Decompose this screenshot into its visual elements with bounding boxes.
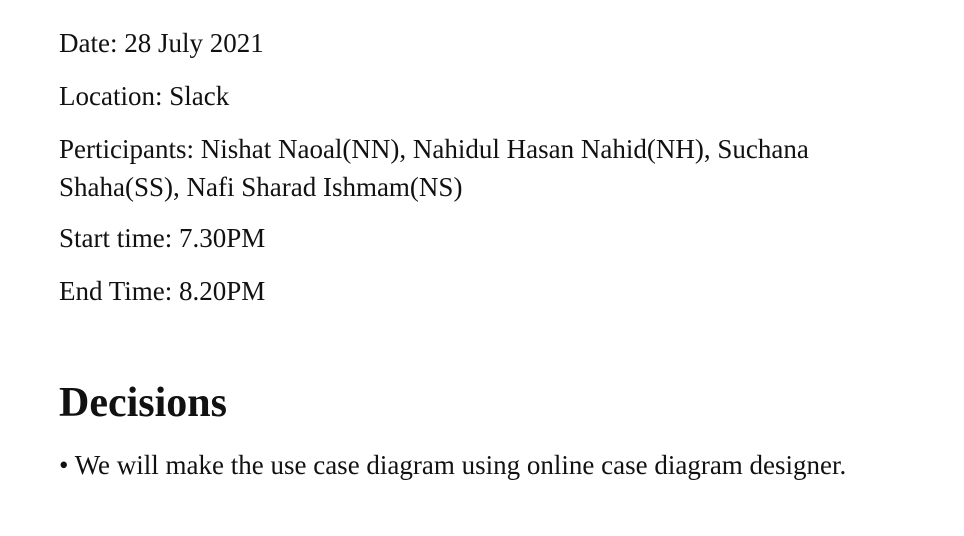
meeting-participants: Perticipants: Nishat Naoal(NN), Nahidul …	[59, 134, 809, 202]
meeting-date: Date: 28 July 2021	[59, 28, 264, 58]
meeting-location: Location: Slack	[59, 81, 230, 111]
decisions-heading: Decisions	[59, 380, 227, 426]
decision-item: • We will make the use case diagram usin…	[59, 450, 847, 480]
meeting-end-time: End Time: 8.20PM	[59, 276, 266, 306]
meeting-start-time: Start time: 7.30PM	[59, 223, 266, 253]
